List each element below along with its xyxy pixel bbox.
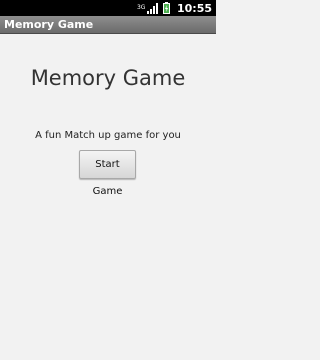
network-3g-icon: 3G [136, 4, 146, 11]
main-content: Memory Game A fun Match up game for you … [0, 34, 216, 360]
clock: 10:55 [176, 1, 212, 15]
tagline: A fun Match up game for you [35, 130, 181, 141]
status-icons: 3G 10:55 [137, 0, 212, 16]
start-game-button[interactable]: Start Game [79, 150, 136, 197]
app-title: Memory Game [4, 18, 94, 31]
page-title: Memory Game [30, 66, 186, 90]
network-label: 3G [136, 4, 146, 11]
battery-charging-icon [162, 2, 170, 14]
status-bar: 3G 10:55 [0, 0, 216, 16]
title-bar: Memory Game [0, 16, 216, 34]
signal-strength-icon [146, 2, 159, 14]
